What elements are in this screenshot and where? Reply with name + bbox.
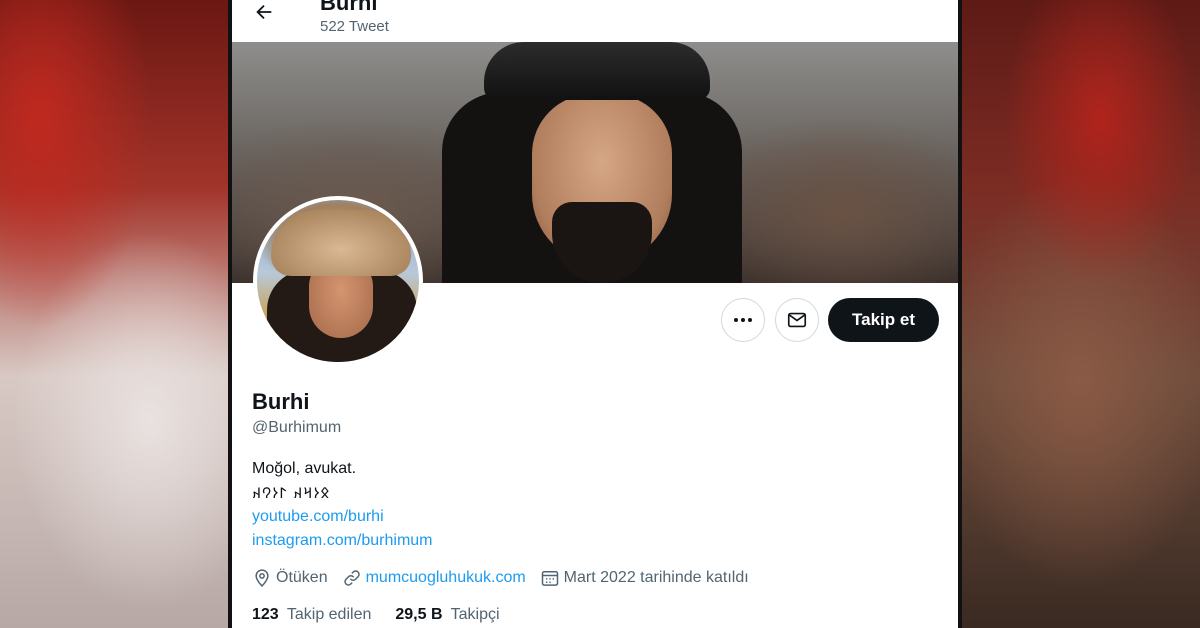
following-link[interactable]: 123 Takip edilen xyxy=(252,606,371,624)
more-button[interactable] xyxy=(721,298,765,342)
link-icon xyxy=(343,570,360,586)
background-right xyxy=(960,0,1200,628)
following-label: Takip edilen xyxy=(286,606,372,623)
bio-link-youtube[interactable]: youtube.com/burhi xyxy=(252,505,433,529)
followers-count: 29,5 B xyxy=(395,606,443,623)
tweet-count: 522 Tweet xyxy=(320,18,389,35)
bio: Moğol, avukat. 𐰋𐰆𐰺𐰴 𐰃𐰆𐰘𐰴 youtube.com/bur… xyxy=(252,457,433,553)
back-button[interactable] xyxy=(250,0,278,26)
bio-runes: 𐰋𐰆𐰺𐰴 𐰃𐰆𐰘𐰴 xyxy=(252,484,331,502)
profile-meta: Ötüken mumcuogluhukuk.com Mart 2022 tari… xyxy=(252,566,763,590)
calendar-icon xyxy=(541,571,558,586)
frame-edge-right xyxy=(958,0,962,628)
joined-item: Mart 2022 tarihinde katıldı xyxy=(540,568,749,588)
profile-page: Burhi 522 Tweet Takip et Burhi @Burhimum… xyxy=(232,0,958,628)
message-button[interactable] xyxy=(775,298,819,342)
more-icon xyxy=(734,318,752,322)
avatar-fur-hat xyxy=(271,210,411,276)
website-link[interactable]: mumcuogluhukuk.com xyxy=(366,569,526,587)
top-bar: Burhi 522 Tweet xyxy=(232,0,958,42)
following-count: 123 xyxy=(252,606,279,623)
avatar[interactable] xyxy=(253,196,423,366)
mail-icon xyxy=(787,312,807,328)
background-left xyxy=(0,0,232,628)
website-item: mumcuogluhukuk.com xyxy=(342,568,526,588)
followers-label: Takipçi xyxy=(450,606,500,623)
joined-text: Mart 2022 tarihinde katıldı xyxy=(563,569,749,586)
location-pin-icon xyxy=(255,569,269,587)
bio-link-instagram[interactable]: instagram.com/burhimum xyxy=(252,529,433,553)
bio-line: Moğol, avukat. xyxy=(252,460,357,477)
follow-button[interactable]: Takip et xyxy=(828,298,939,342)
location-item: Ötüken xyxy=(252,568,328,588)
header-name: Burhi xyxy=(320,0,378,15)
banner-figure-hat xyxy=(484,42,710,100)
arrow-left-icon xyxy=(256,4,272,20)
user-handle: @Burhimum xyxy=(252,419,342,436)
followers-link[interactable]: 29,5 B Takipçi xyxy=(395,606,499,624)
display-name: Burhi xyxy=(252,389,310,414)
location-text: Ötüken xyxy=(276,569,328,586)
follow-stats: 123 Takip edilen 29,5 B Takipçi xyxy=(252,606,524,624)
